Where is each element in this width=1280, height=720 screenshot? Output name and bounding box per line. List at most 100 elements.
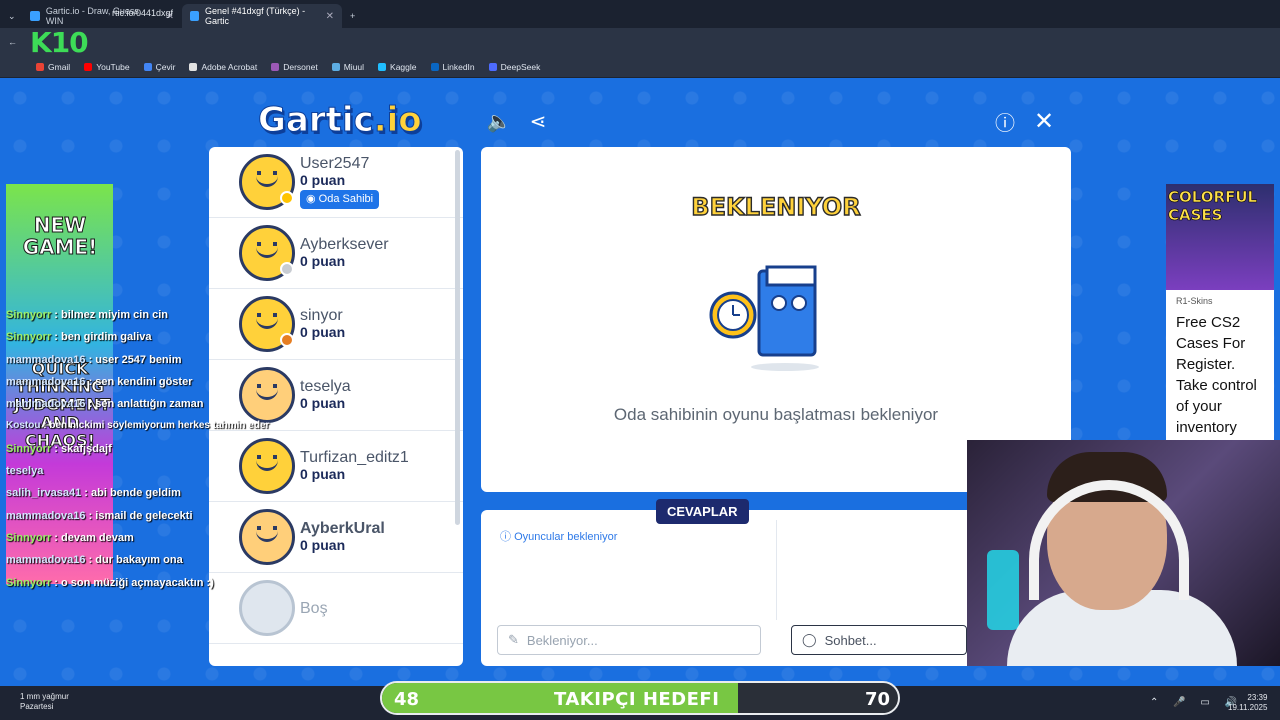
player-points: 0 puan bbox=[300, 537, 346, 553]
tab-search-button[interactable]: ⌄ bbox=[0, 4, 22, 28]
chat-placeholder: Sohbet... bbox=[824, 632, 877, 648]
browser-tab-strip: ⌄ Gartic.io - Draw, Guess, WIN ✕ Genel #… bbox=[0, 0, 1280, 28]
chat-message: salih_irvasa41 : abi bende geldim bbox=[6, 487, 181, 500]
chat-message: teselya bbox=[6, 465, 44, 478]
linkedin-icon bbox=[430, 62, 439, 71]
webcam-overlay bbox=[967, 440, 1280, 666]
chevron-down-icon: ⌄ bbox=[8, 10, 16, 21]
close-icon[interactable]: ✕ bbox=[1031, 108, 1057, 135]
gartic-logo[interactable]: Gartic.io bbox=[258, 100, 423, 141]
answers-status-text: Oyuncular bekleniyor bbox=[514, 531, 618, 543]
right-advertisement[interactable]: COLORFUL CASES R1-Skins Free CS2 Cases F… bbox=[1166, 184, 1274, 440]
chat-message: Sinnyorr : bilmez miyim cin cin bbox=[6, 309, 168, 321]
deepseek-icon bbox=[488, 62, 497, 71]
avatar bbox=[239, 154, 295, 210]
bookmark-youtube[interactable]: YouTube bbox=[84, 62, 130, 72]
ad-headline: COLORFUL CASES bbox=[1168, 188, 1258, 225]
player-row[interactable]: Ayberksever 0 puan bbox=[209, 218, 463, 289]
bookmark-label: Adobe Acrobat bbox=[201, 61, 258, 72]
gmail-icon bbox=[36, 62, 44, 71]
bookmarks-bar: Gmail YouTube Çevir Adobe Acrobat Derson… bbox=[0, 56, 1280, 78]
youtube-icon bbox=[84, 62, 93, 71]
browser-tab-active[interactable]: Genel #41dxgf (Türkçe) - Gartic ✕ bbox=[182, 4, 342, 28]
gartic-favicon-icon bbox=[190, 11, 200, 21]
stream-chat-overlay: Sinnyorr : bilmez miyim cin cin Sinnyorr… bbox=[6, 304, 269, 594]
avatar bbox=[239, 225, 295, 281]
translate-icon bbox=[143, 62, 152, 71]
back-icon[interactable]: ← bbox=[8, 37, 17, 47]
pencil-icon: ✎ bbox=[508, 632, 519, 647]
player-list-scrollbar[interactable] bbox=[455, 150, 460, 525]
ad-copy: Free CS2 Cases For Register. Take contro… bbox=[1176, 314, 1257, 436]
status-dot bbox=[280, 333, 294, 347]
player-row[interactable]: User2547 0 puan ◉ Oda Sahibi bbox=[209, 147, 463, 218]
chat-message: Sinnyorr : devam devam bbox=[6, 531, 134, 544]
info-icon[interactable]: ⓘ bbox=[992, 108, 1018, 135]
k10-text: K10 bbox=[30, 26, 89, 59]
bookmark-translate[interactable]: Çevir bbox=[143, 61, 176, 72]
ad-headline: NEW GAME! bbox=[22, 213, 98, 259]
player-points: 0 puan bbox=[300, 395, 346, 411]
player-name: teselya bbox=[300, 378, 351, 395]
player-name: sinyor bbox=[300, 307, 343, 324]
bookmark-kaggle[interactable]: Kaggle bbox=[378, 62, 417, 72]
ad-image: COLORFUL CASES bbox=[1166, 184, 1274, 290]
stage-title: BEKLENIYOR bbox=[691, 192, 862, 221]
room-owner-badge: ◉ Oda Sahibi bbox=[300, 190, 380, 209]
bookmark-deepseek[interactable]: DeepSeek bbox=[488, 61, 541, 72]
player-points: 0 puan bbox=[300, 172, 346, 188]
chat-message: mammadova16 : user 2547 benim bbox=[6, 353, 182, 366]
chat-bubble-icon: ◯ bbox=[802, 632, 817, 647]
address-bar-row: ← bbox=[0, 28, 1280, 56]
player-name: Turfizan_editz1 bbox=[300, 449, 409, 466]
taskbar-clock[interactable]: 23:39 19.11.2025 bbox=[1228, 693, 1267, 713]
miuul-icon bbox=[331, 62, 340, 71]
bookmark-label: Dersonet bbox=[283, 61, 318, 72]
share-icon[interactable]: ⋖ bbox=[525, 108, 551, 134]
logo-io-text: .io bbox=[373, 100, 422, 141]
badge-label: Oda Sahibi bbox=[318, 193, 374, 205]
kaggle-icon bbox=[378, 62, 387, 71]
status-dot bbox=[280, 191, 294, 205]
close-tab-icon[interactable]: ✕ bbox=[326, 11, 334, 22]
chat-input[interactable]: ◯ Sohbet... bbox=[791, 625, 967, 655]
player-name: Boş bbox=[300, 599, 328, 617]
bookmark-miuul[interactable]: Miuul bbox=[331, 61, 365, 72]
speaker-icon[interactable]: 🔈 bbox=[486, 108, 512, 134]
answer-input[interactable]: ✎ Bekleniyor... bbox=[497, 625, 761, 655]
weather-widget[interactable]: 1 mm yağmur Pazartesi bbox=[20, 692, 69, 712]
chat-message: Sinnyorr : ben girdim galiva bbox=[6, 331, 152, 344]
player-name: User2547 bbox=[300, 155, 370, 172]
player-name: AyberkUral bbox=[300, 520, 385, 537]
weather-text: 1 mm yağmur bbox=[20, 692, 69, 701]
goal-target: 70 bbox=[864, 689, 890, 710]
tab-answers[interactable]: CEVAPLAR bbox=[656, 499, 749, 524]
bookmark-adobe[interactable]: Adobe Acrobat bbox=[189, 62, 257, 72]
bookmark-label: LinkedIn bbox=[442, 61, 475, 72]
bookmark-linkedin[interactable]: LinkedIn bbox=[430, 61, 475, 72]
bookmark-label: Miuul bbox=[343, 61, 365, 72]
chat-message: mammadova16 : dur bakayım ona bbox=[6, 554, 183, 567]
weather-day: Pazartesi bbox=[20, 702, 54, 711]
url-field[interactable]: rtic.io/0441dxgf bbox=[112, 8, 173, 18]
clock-time: 23:39 bbox=[1247, 693, 1268, 702]
chat-message: Sinnyorr : o son müziği açmayacaktın :) bbox=[6, 576, 214, 589]
bottle-image bbox=[987, 550, 1019, 630]
player-name: Ayberksever bbox=[300, 236, 389, 253]
status-dot bbox=[280, 262, 294, 276]
bookmark-label: Çevir bbox=[155, 61, 176, 72]
panel-divider bbox=[776, 520, 777, 620]
adobe-icon bbox=[189, 62, 198, 71]
streamer-logo-overlay: K10 bbox=[30, 26, 89, 59]
chat-message: mammadova16 : sen anlattığın zaman bbox=[6, 398, 204, 411]
answers-status: ⓘ Oyuncular bekleniyor bbox=[500, 531, 618, 543]
clock-date: 19.11.2025 bbox=[1228, 703, 1268, 712]
bookmark-gmail[interactable]: Gmail bbox=[36, 62, 70, 72]
chat-message: Sinnyorr : skafjşdajf bbox=[6, 442, 112, 455]
chat-message: mammadova16 : ismail de gelecekti bbox=[6, 509, 193, 522]
bookmark-label: DeepSeek bbox=[500, 61, 541, 72]
bookmark-dersonet[interactable]: Dersonet bbox=[271, 62, 318, 72]
new-tab-button[interactable]: + bbox=[342, 4, 363, 28]
logo-text: Gartic bbox=[258, 100, 375, 141]
chat-message: Kostou : ben nickimi söylemiyorum herkes… bbox=[6, 420, 270, 432]
